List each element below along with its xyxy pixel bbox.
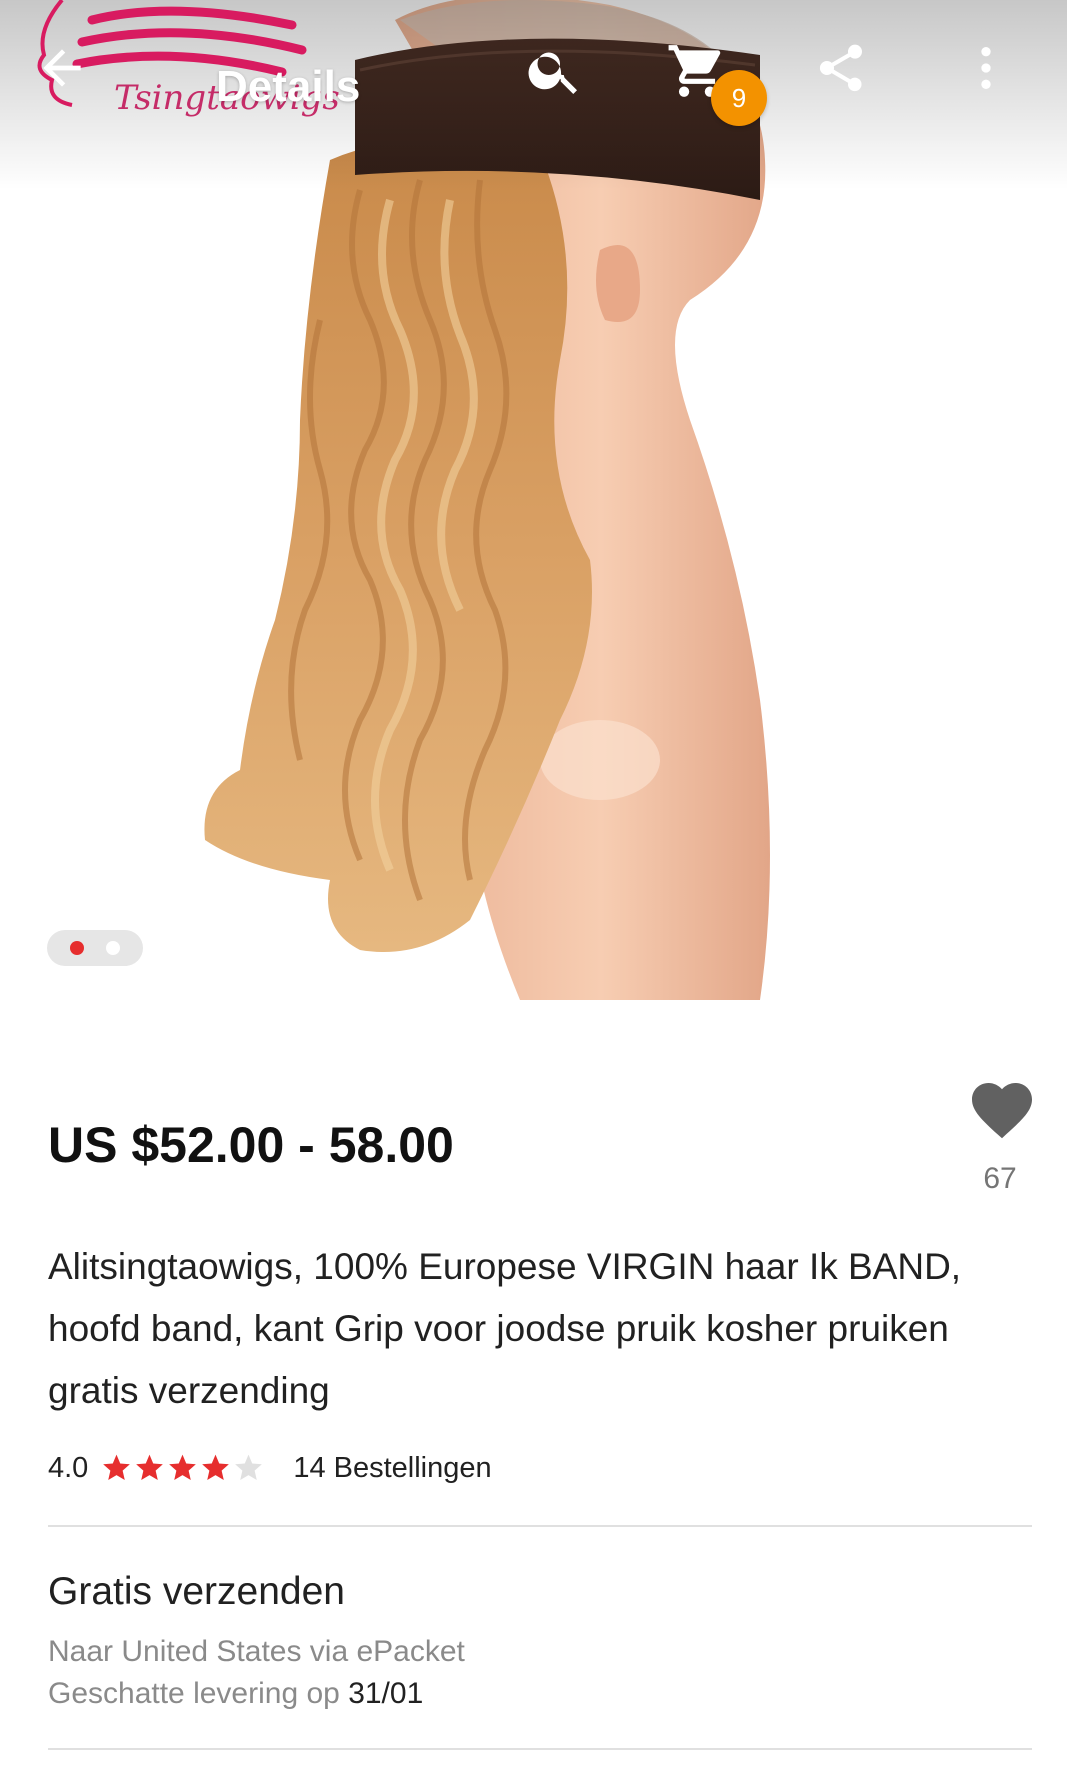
shipping-title[interactable]: Gratis verzenden bbox=[48, 1570, 345, 1614]
star-icon bbox=[169, 1454, 197, 1480]
star-icon bbox=[103, 1454, 131, 1480]
back-button[interactable] bbox=[34, 40, 134, 140]
product-image-gallery[interactable]: Tsingtaowigs Details 9 bbox=[0, 0, 1067, 1010]
divider bbox=[48, 1748, 1032, 1750]
toolbar: Details 9 bbox=[0, 40, 1067, 140]
more-options-button[interactable] bbox=[958, 40, 1054, 140]
delivery-date: 31/01 bbox=[348, 1677, 424, 1710]
wishlist-count: 67 bbox=[983, 1162, 1017, 1195]
star-icon bbox=[136, 1454, 164, 1480]
gallery-pager bbox=[47, 930, 143, 966]
wishlist-button[interactable]: 67 bbox=[960, 1074, 1040, 1195]
heart-icon bbox=[972, 1083, 1032, 1139]
rating-value: 4.0 bbox=[48, 1451, 89, 1484]
search-button[interactable] bbox=[525, 40, 625, 140]
pager-dot-active[interactable] bbox=[69, 941, 84, 955]
share-icon bbox=[819, 44, 862, 92]
star-empty-icon bbox=[235, 1454, 263, 1480]
delivery-estimate: Geschatte levering op 31/01 bbox=[48, 1677, 423, 1711]
divider bbox=[48, 1525, 1032, 1527]
star-icon bbox=[202, 1454, 230, 1480]
more-vertical-icon bbox=[981, 47, 991, 89]
product-title: Alitsingtaowigs, 100% Europese VIRGIN ha… bbox=[48, 1246, 962, 1411]
pager-dot[interactable] bbox=[106, 941, 121, 955]
back-arrow-icon bbox=[43, 49, 81, 87]
page-title: Details bbox=[216, 62, 361, 111]
share-button[interactable] bbox=[813, 40, 913, 140]
rating-stars bbox=[100, 1452, 265, 1484]
orders-count: 14 Bestellingen bbox=[293, 1451, 492, 1484]
product-price: US $52.00 - 58.00 bbox=[48, 1117, 454, 1173]
shipping-route: Naar United States via ePacket bbox=[48, 1635, 465, 1668]
delivery-label: Geschatte levering op bbox=[48, 1677, 340, 1710]
search-icon bbox=[528, 52, 577, 94]
cart-count-badge: 9 bbox=[711, 70, 767, 126]
rating-row[interactable]: 4.0 14 Bestellingen bbox=[48, 1448, 492, 1488]
